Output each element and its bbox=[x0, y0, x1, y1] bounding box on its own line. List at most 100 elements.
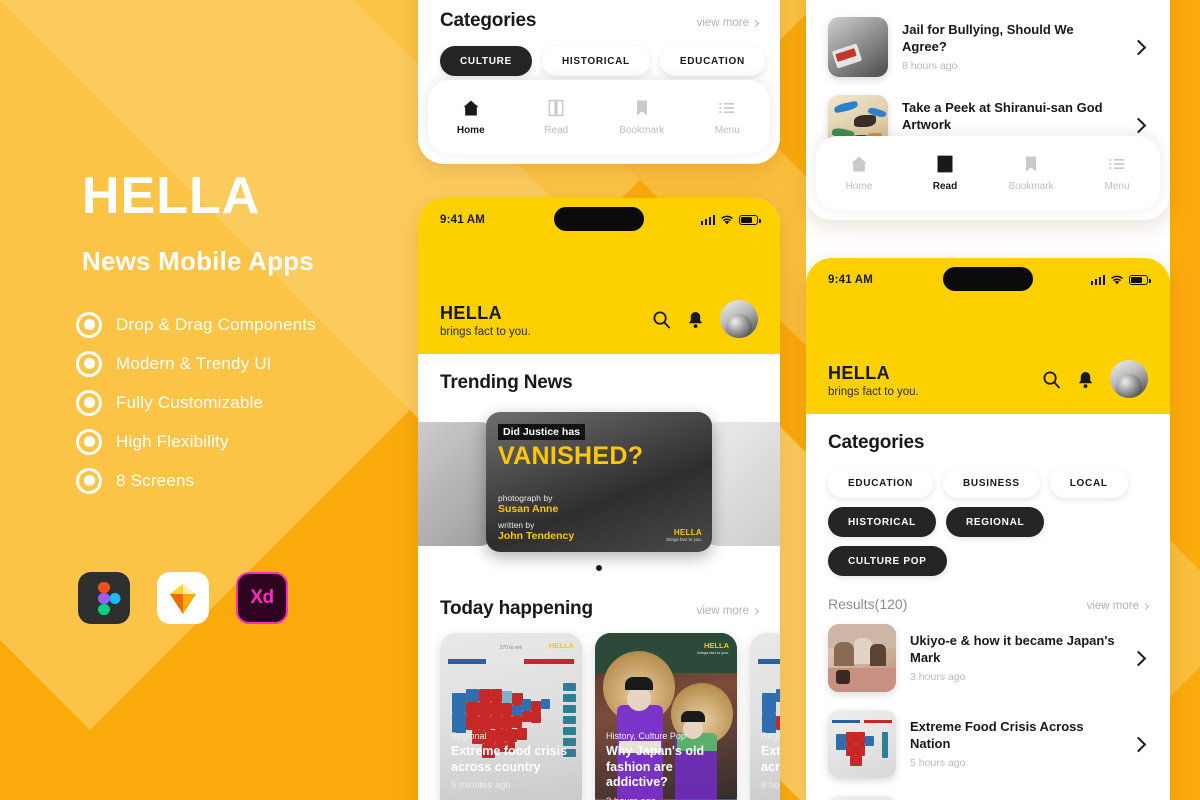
chip-label: EDUCATION bbox=[679, 55, 745, 67]
chevron-right-icon[interactable] bbox=[1130, 736, 1147, 752]
news-card[interactable]: Regional Extreme food crisis across coun… bbox=[750, 633, 780, 800]
search-icon[interactable] bbox=[1042, 370, 1061, 389]
news-card[interactable]: HELLA brings fact to you. History, Cultu… bbox=[595, 633, 737, 800]
chip-label: CULTURE bbox=[460, 55, 512, 67]
chevron-right-icon[interactable] bbox=[1130, 650, 1147, 666]
card-brand-name: HELLA bbox=[704, 641, 729, 650]
section-title: Today happening bbox=[440, 598, 593, 619]
feature-label: Modern & Trendy UI bbox=[116, 353, 272, 373]
trending-card-next[interactable] bbox=[704, 422, 780, 546]
nav-label: Read bbox=[932, 181, 958, 192]
news-timestamp: 5 hours ago bbox=[910, 757, 966, 770]
chip-business[interactable]: BUSINESS bbox=[943, 468, 1040, 498]
nav-item-read[interactable]: Read bbox=[902, 154, 988, 192]
chip-label: LOCAL bbox=[1069, 477, 1108, 489]
chip-regional[interactable]: REGIONAL bbox=[945, 507, 1045, 537]
carousel-dots[interactable] bbox=[418, 558, 780, 576]
news-card-category: Regional bbox=[761, 731, 780, 741]
trending-card-prev[interactable] bbox=[418, 422, 494, 546]
chip-education[interactable]: EDUCATION bbox=[659, 46, 765, 76]
view-more-button[interactable]: view more bbox=[1087, 600, 1150, 612]
sketch-icon bbox=[157, 572, 209, 624]
screen-home: 9:41 AM HELLA brings fact to you. Trendi… bbox=[418, 198, 780, 800]
radio-bullet-icon bbox=[76, 350, 102, 377]
categories-header: Categories bbox=[806, 432, 1170, 454]
chip-culture[interactable]: CULTURE bbox=[440, 46, 532, 76]
avatar[interactable] bbox=[1110, 360, 1148, 398]
news-card-category: Regional bbox=[451, 731, 487, 741]
card-brand: HELLA brings fact to you. bbox=[697, 641, 729, 655]
results-count: Results(120) bbox=[828, 596, 908, 612]
battery-icon bbox=[1129, 275, 1151, 285]
news-title: Jail for Bullying, Should We Agree? bbox=[902, 21, 1074, 54]
news-card-timestamp: 8 hours ago bbox=[761, 780, 780, 792]
status-bar: 9:41 AM bbox=[418, 198, 780, 242]
us-election-map-photo bbox=[828, 710, 896, 778]
nav-item-bookmark[interactable]: Bookmark bbox=[599, 98, 685, 136]
nav-item-menu[interactable]: Menu bbox=[1074, 154, 1160, 192]
chevron-right-icon[interactable] bbox=[1130, 117, 1147, 133]
list-item: Modern & Trendy UI bbox=[76, 344, 406, 383]
trending-credits: photograph by Susan Anne written by John… bbox=[498, 493, 574, 542]
shouting-man-photo bbox=[828, 17, 888, 77]
news-card-title: Why Japan's old fashion are addictive? bbox=[606, 744, 705, 790]
category-chip-row-1: EDUCATION BUSINESS LOCAL bbox=[806, 468, 1170, 498]
trending-header: Trending News bbox=[418, 372, 780, 394]
chevron-right-icon bbox=[751, 607, 760, 615]
chip-culture-pop[interactable]: CULTURE POP bbox=[828, 546, 947, 576]
dynamic-island bbox=[943, 267, 1033, 291]
results-header: Results(120) view more bbox=[806, 596, 1170, 612]
carousel-dot-active[interactable] bbox=[596, 565, 602, 571]
list-item[interactable]: Jail for Bullying, Should We Agree? 8 ho… bbox=[806, 8, 1170, 86]
chip-education[interactable]: EDUCATION bbox=[828, 468, 934, 498]
chip-historical[interactable]: HISTORICAL bbox=[828, 507, 936, 537]
nav-item-home[interactable]: Home bbox=[428, 98, 514, 136]
nav-label: Home bbox=[845, 181, 873, 192]
nav-item-bookmark[interactable]: Bookmark bbox=[988, 154, 1074, 192]
nav-label: Bookmark bbox=[1008, 181, 1054, 192]
view-more-button[interactable]: view more bbox=[697, 605, 760, 617]
signal-icon bbox=[700, 215, 715, 225]
adobe-xd-icon: Xd bbox=[236, 572, 288, 624]
book-icon bbox=[548, 99, 564, 117]
figma-icon bbox=[78, 572, 130, 624]
feature-list: Drop & Drag Components Modern & Trendy U… bbox=[76, 305, 406, 500]
feature-label: 8 Screens bbox=[116, 470, 195, 490]
avatar[interactable] bbox=[720, 300, 758, 338]
chip-label: REGIONAL bbox=[965, 516, 1025, 528]
notification-bell-icon[interactable] bbox=[687, 310, 704, 329]
trending-carousel[interactable]: Did Justice has VANISHED? photograph by … bbox=[418, 404, 780, 554]
chevron-right-icon bbox=[751, 19, 760, 27]
notification-bell-icon[interactable] bbox=[1077, 370, 1094, 389]
nav-label: Read bbox=[544, 125, 569, 136]
status-icons bbox=[700, 215, 761, 226]
list-item[interactable]: Extreme Food Crisis Across Nation 5 hour… bbox=[806, 701, 1170, 787]
view-more-button[interactable]: view more bbox=[697, 17, 760, 29]
screen-read: Jail for Bullying, Should We Agree? 8 ho… bbox=[806, 0, 1170, 220]
nav-item-read[interactable]: Read bbox=[514, 98, 600, 136]
chip-label: HISTORICAL bbox=[848, 516, 916, 528]
nav-item-home[interactable]: Home bbox=[816, 154, 902, 192]
list-item[interactable]: Ukiyo-e & how it became Japan's Mark 3 h… bbox=[806, 612, 1170, 701]
dynamic-island bbox=[554, 207, 644, 231]
trending-card-active[interactable]: Did Justice has VANISHED? photograph by … bbox=[486, 412, 712, 552]
chip-label: EDUCATION bbox=[848, 477, 914, 489]
page-title: HELLA bbox=[82, 167, 261, 225]
chevron-right-icon[interactable] bbox=[1130, 39, 1147, 55]
nav-item-menu[interactable]: Menu bbox=[685, 98, 771, 136]
bottom-navigation: Home Read Bookmark Menu bbox=[428, 80, 770, 154]
photographer-label: photograph by bbox=[498, 493, 553, 503]
status-time: 9:41 AM bbox=[440, 214, 486, 226]
feature-label: Fully Customizable bbox=[116, 392, 264, 412]
home-icon bbox=[463, 100, 479, 116]
chip-historical[interactable]: HISTORICAL bbox=[541, 46, 650, 76]
today-header: Today happening view more bbox=[418, 598, 780, 620]
news-title: Ukiyo-e & how it became Japan's Mark bbox=[910, 632, 1115, 665]
list-item[interactable] bbox=[806, 787, 1170, 800]
news-card[interactable]: 270 to win HELLA brings fact to you. Reg… bbox=[440, 633, 582, 800]
ukiyo-e-artwork-photo bbox=[828, 624, 896, 692]
chip-local[interactable]: LOCAL bbox=[1049, 468, 1128, 498]
news-card-category: History, Culture Pop bbox=[606, 731, 686, 741]
search-icon[interactable] bbox=[652, 310, 671, 329]
app-header: HELLA brings fact to you. bbox=[806, 302, 1170, 414]
